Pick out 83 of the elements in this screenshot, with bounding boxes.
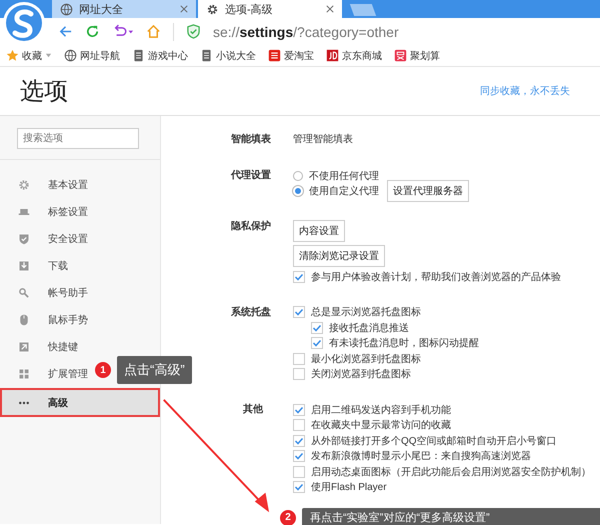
radio-button[interactable] (293, 170, 303, 181)
checkbox[interactable] (293, 434, 305, 447)
checkbox-label: 最小化浏览器到托盘图标 (311, 352, 421, 366)
address-field[interactable]: se://settings/?category=other (213, 24, 399, 40)
section-label: 隐私保护 (231, 219, 272, 234)
checkbox-label: 启用二维码发送内容到手机功能 (311, 404, 451, 417)
page-icon (200, 49, 213, 62)
checkbox-label: 有未读托盘消息时，图标闪动提醒 (329, 336, 479, 350)
star-icon (6, 49, 19, 62)
checkbox[interactable] (293, 466, 305, 478)
sidebar-item[interactable]: 标签设置 (0, 199, 160, 224)
setting-link[interactable]: 管理智能填表 (293, 132, 353, 148)
checkbox[interactable] (293, 306, 305, 318)
sidebar-item[interactable]: 鼠标手势 (0, 307, 160, 332)
radio-label: 使用自定义代理 (309, 184, 379, 198)
shield-icon (186, 24, 201, 39)
section-label: 智能填表 (231, 132, 272, 147)
checkbox[interactable] (293, 419, 305, 432)
globe-icon (60, 2, 73, 16)
shop-logo-icon (394, 49, 407, 62)
checkbox[interactable] (293, 352, 305, 365)
radio-label: 不使用任何代理 (309, 170, 379, 183)
mouse-icon (18, 314, 30, 326)
settings-button[interactable]: 内容设置 (293, 220, 345, 242)
section-label: 其他 (242, 402, 264, 417)
checkbox[interactable] (293, 270, 305, 283)
checkbox[interactable] (293, 368, 305, 380)
gear-icon (206, 2, 219, 16)
checkbox[interactable] (311, 337, 323, 350)
refresh-icon[interactable] (85, 24, 100, 39)
section-label: 系统托盘 (231, 306, 272, 320)
bookmark-link[interactable]: 爱淘宝 (268, 48, 314, 62)
gear-icon (18, 178, 30, 190)
section-label: 代理设置 (231, 168, 272, 183)
page-icon (132, 49, 145, 62)
checkbox-label: 参与用户体验改善计划，帮助我们改善浏览器的产品体验 (311, 270, 561, 284)
sidebar-item[interactable]: 快捷键 (0, 334, 160, 359)
browser-tab[interactable]: 选项-高级 (198, 0, 342, 18)
undo-icon[interactable] (112, 24, 134, 39)
sidebar-item[interactable]: 帐号助手 (0, 280, 160, 305)
checkbox-label: 使用Flash Player (311, 481, 387, 494)
checkbox[interactable] (293, 404, 305, 416)
search-icon (18, 286, 30, 298)
tooltip: 再点击“实验室”对应的“更多高级设置” (302, 508, 600, 525)
sidebar-item[interactable]: 安全设置 (0, 226, 160, 251)
bookmark-link[interactable]: 京东商城 (326, 48, 382, 62)
bookmark-link[interactable]: 网址导航 (64, 48, 120, 62)
settings-button[interactable]: 设置代理服务器 (387, 180, 469, 202)
home-icon[interactable] (146, 24, 161, 39)
sidebar-item[interactable]: 高级 (0, 388, 160, 417)
bookmark-link[interactable]: 聚划算 (394, 48, 440, 62)
bookmark-link[interactable]: 收藏 (6, 48, 52, 62)
new-tab-button[interactable] (350, 4, 376, 16)
shop-logo-icon (326, 49, 339, 62)
browser-tab[interactable]: 网址大全 (52, 0, 196, 18)
checkbox-label: 接收托盘消息推送 (329, 322, 409, 335)
step-number-badge: 2 (280, 510, 296, 525)
shield-icon (18, 232, 30, 244)
sidebar-item[interactable]: 下载 (0, 253, 160, 278)
shop-logo-icon (268, 49, 281, 62)
close-icon[interactable] (326, 5, 334, 13)
checkbox-label: 在收藏夹中显示最常访问的收藏 (311, 418, 451, 432)
checkbox-label: 从外部链接打开多个QQ空间或邮箱时自动开启小号窗口 (311, 434, 557, 448)
settings-button[interactable]: 清除浏览记录设置 (293, 245, 385, 267)
bookmark-link[interactable]: 小说大全 (200, 48, 256, 62)
grid-icon (18, 368, 30, 380)
checkbox-label: 关闭浏览器到托盘图标 (311, 368, 411, 382)
download-icon (18, 260, 30, 272)
checkbox[interactable] (311, 322, 323, 334)
back-icon[interactable] (58, 24, 73, 39)
arrow-box-icon (18, 340, 30, 352)
checkbox-label: 总是显示浏览器托盘图标 (311, 306, 421, 320)
globe-icon (64, 49, 77, 62)
checkbox[interactable] (293, 481, 305, 494)
checkbox-label: 发布新浪微博时显示小尾巴：来自搜狗高速浏览器 (311, 450, 531, 464)
search-field[interactable]: 搜索选项 (17, 128, 139, 149)
sidebar-item[interactable]: 基本设置 (0, 172, 160, 197)
close-icon[interactable] (180, 5, 188, 13)
page-title: 选项 (20, 77, 68, 107)
checkbox[interactable] (293, 450, 305, 462)
bookmark-link[interactable]: 游戏中心 (132, 48, 188, 62)
checkbox-label: 启用动态桌面图标（开启此功能后会启用浏览器安全防护机制） (311, 466, 591, 479)
tooltip: 点击“高级” (117, 356, 192, 384)
